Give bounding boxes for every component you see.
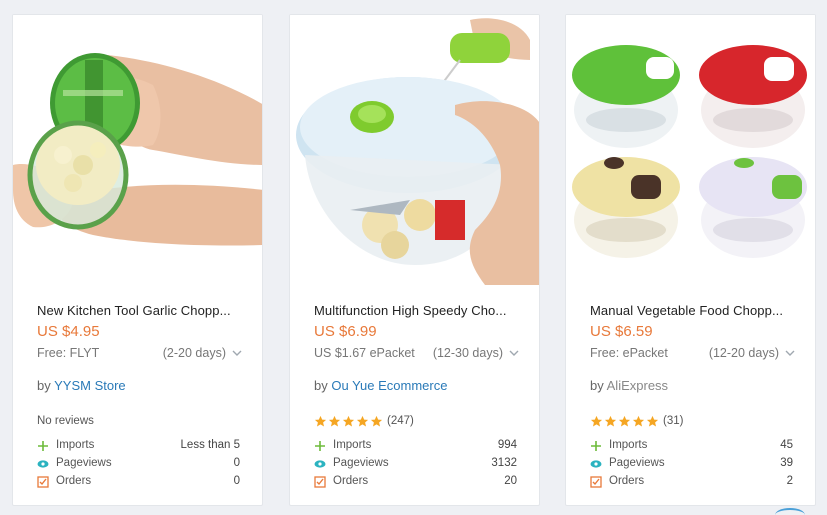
shipping-method: US $1.67 ePacket: [314, 346, 415, 360]
stat-value: Less than 5: [180, 439, 240, 451]
rating: No reviews: [37, 414, 94, 428]
eye-icon: [590, 460, 602, 468]
seller-prefix: by: [314, 378, 328, 393]
star-icon: [632, 415, 645, 427]
plus-icon: [38, 441, 48, 451]
stat-orders: Orders 20: [314, 475, 517, 493]
stats-list: Imports 45 Pageviews 39 Orders 2: [590, 439, 793, 493]
seller-line: by Ou Yue Ecommerce: [314, 378, 447, 393]
shipping-days: (12-30 days): [432, 346, 503, 360]
rating-text: No reviews: [37, 415, 94, 427]
chevron-down-icon[interactable]: [232, 348, 242, 358]
product-title[interactable]: New Kitchen Tool Garlic Chopp...: [37, 303, 247, 318]
stat-label: Pageviews: [609, 457, 665, 469]
star-rating: [314, 415, 383, 428]
seller-link[interactable]: Ou Yue Ecommerce: [331, 378, 447, 393]
stat-imports: Imports 45: [590, 439, 793, 457]
stats-list: Imports Less than 5 Pageviews 0 Orders 0: [37, 439, 240, 493]
product-title[interactable]: Multifunction High Speedy Cho...: [314, 303, 524, 318]
shipping-method: Free: ePacket: [590, 346, 668, 360]
checklist-icon: [314, 476, 326, 488]
stat-value: 994: [497, 439, 517, 451]
eye-icon: [314, 460, 326, 468]
star-icon: [342, 415, 355, 427]
product-image[interactable]: [13, 15, 262, 285]
stat-label: Orders: [56, 475, 92, 487]
product-image[interactable]: [290, 15, 539, 285]
stat-label: Pageviews: [333, 457, 389, 469]
chevron-down-icon[interactable]: [785, 348, 795, 358]
checklist-icon: [590, 476, 602, 488]
stat-label: Pageviews: [56, 457, 112, 469]
seller-link[interactable]: YYSM Store: [54, 378, 126, 393]
star-icon: [604, 415, 617, 427]
chevron-down-icon[interactable]: [509, 348, 519, 358]
product-grid: New Kitchen Tool Garlic Chopp... US $4.9…: [0, 0, 827, 515]
stat-imports: Imports Less than 5: [37, 439, 240, 457]
product-title[interactable]: Manual Vegetable Food Chopp...: [590, 303, 800, 318]
seller-line: by YYSM Store: [37, 378, 126, 393]
stat-value: 0: [233, 457, 240, 469]
stat-orders: Orders 0: [37, 475, 240, 493]
stat-imports: Imports 994: [314, 439, 517, 457]
eye-icon: [37, 460, 49, 468]
stat-value: 39: [780, 457, 793, 469]
product-card[interactable]: Multifunction High Speedy Cho... US $6.9…: [289, 14, 540, 506]
shipping-method: Free: FLYT: [37, 346, 100, 360]
star-icon: [618, 415, 631, 427]
rating-count: (247): [387, 415, 414, 427]
product-card[interactable]: New Kitchen Tool Garlic Chopp... US $4.9…: [12, 14, 263, 506]
shipping-days: (12-20 days): [708, 346, 779, 360]
rating: (247): [314, 414, 414, 428]
star-icon: [590, 415, 603, 427]
product-price: US $6.59: [590, 323, 653, 340]
stat-orders: Orders 2: [590, 475, 793, 493]
star-icon: [314, 415, 327, 427]
scroll-indicator: [775, 508, 805, 515]
seller-prefix: by: [37, 378, 51, 393]
stat-label: Imports: [609, 439, 648, 451]
plus-icon: [591, 441, 601, 451]
stat-value: 45: [780, 439, 793, 451]
seller-name: AliExpress: [606, 378, 669, 393]
seller-line: by AliExpress: [590, 378, 668, 393]
product-card[interactable]: Manual Vegetable Food Chopp... US $6.59 …: [565, 14, 816, 506]
stat-value: 20: [504, 475, 517, 487]
shipping-selector[interactable]: US $1.67 ePacket (12-30 days): [314, 346, 519, 362]
product-image[interactable]: [566, 15, 815, 285]
product-price: US $4.95: [37, 323, 100, 340]
stat-label: Orders: [609, 475, 645, 487]
rating: (31): [590, 414, 683, 428]
stat-value: 3132: [491, 457, 517, 469]
stat-value: 2: [786, 475, 793, 487]
stat-pageviews: Pageviews 0: [37, 457, 240, 475]
star-icon: [356, 415, 369, 427]
plus-icon: [315, 441, 325, 451]
stat-label: Imports: [333, 439, 372, 451]
shipping-selector[interactable]: Free: ePacket (12-20 days): [590, 346, 795, 362]
checklist-icon: [37, 476, 49, 488]
star-icon: [328, 415, 341, 427]
seller-prefix: by: [590, 378, 604, 393]
stat-pageviews: Pageviews 39: [590, 457, 793, 475]
star-icon: [370, 415, 383, 427]
stat-value: 0: [233, 475, 240, 487]
product-price: US $6.99: [314, 323, 377, 340]
rating-count: (31): [663, 415, 684, 427]
shipping-days: (2-20 days): [162, 346, 226, 360]
shipping-selector[interactable]: Free: FLYT (2-20 days): [37, 346, 242, 362]
stat-label: Imports: [56, 439, 95, 451]
star-rating: [590, 415, 659, 428]
star-icon: [646, 415, 659, 427]
stats-list: Imports 994 Pageviews 3132 Orders 20: [314, 439, 517, 493]
stat-label: Orders: [333, 475, 369, 487]
stat-pageviews: Pageviews 3132: [314, 457, 517, 475]
